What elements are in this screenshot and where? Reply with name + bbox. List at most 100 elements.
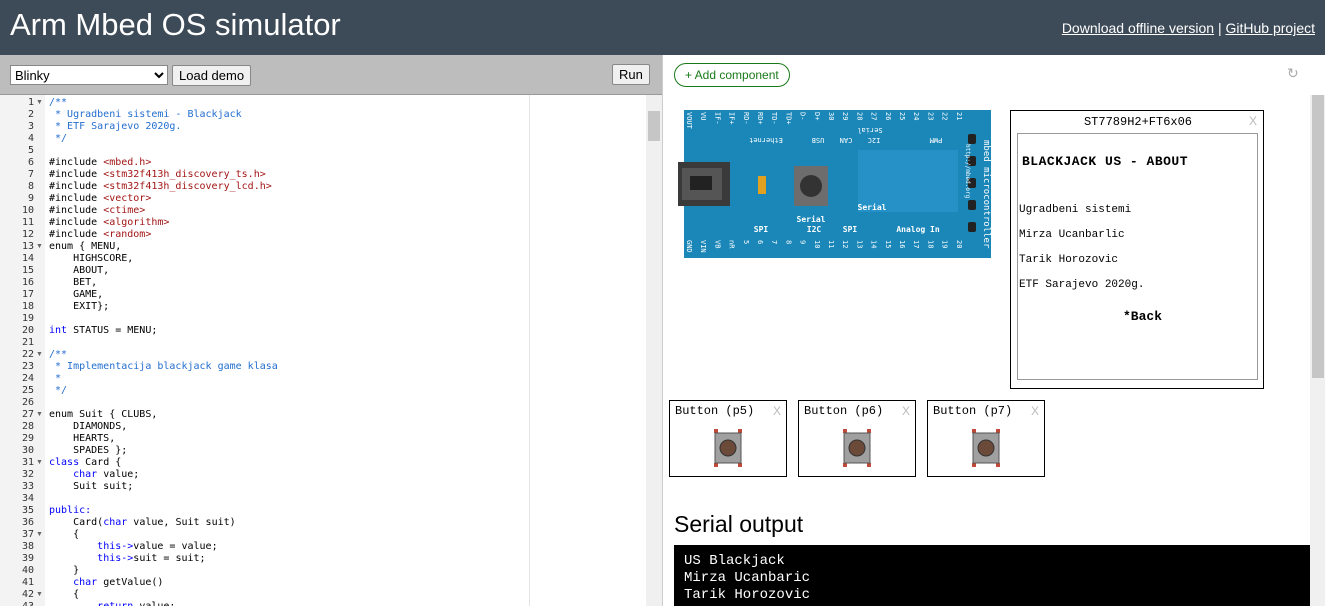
lcd-line-4: ETF Sarajevo 2020g. — [1019, 279, 1145, 291]
code-line[interactable]: #include <vector> — [49, 193, 151, 205]
code-line[interactable]: #include <stm32f413h_discovery_lcd.h> — [49, 181, 272, 193]
code-line[interactable]: /** — [49, 349, 67, 361]
line-number: 11 — [21, 217, 34, 228]
fold-arrow-icon[interactable]: ▼ — [36, 529, 43, 541]
button-close-icon[interactable]: X — [1031, 404, 1039, 418]
fold-arrow-icon[interactable]: ▼ — [36, 241, 43, 253]
top-pin-label: 23 — [926, 112, 934, 120]
line-number: 8 — [27, 181, 34, 192]
code-line[interactable]: EXIT}; — [49, 301, 109, 313]
code-line[interactable]: char getValue() — [49, 577, 163, 589]
code-line[interactable]: #include <stm32f413h_discovery_ts.h> — [49, 169, 266, 181]
button-label: Button (p5) — [675, 404, 755, 418]
top-pin-label: TD+ — [784, 112, 792, 125]
code-line[interactable]: * Implementacija blackjack game klasa — [49, 361, 278, 373]
fold-arrow-icon[interactable]: ▼ — [36, 349, 43, 361]
code-line[interactable]: * — [49, 373, 61, 385]
button-component-p6[interactable]: Button (p6) X — [798, 400, 916, 477]
fold-arrow-icon[interactable]: ▼ — [36, 409, 43, 421]
simulator-scrollbar[interactable] — [1310, 95, 1325, 606]
code-line[interactable]: * ETF Sarajevo 2020g. — [49, 121, 181, 133]
top-pin-label: TD- — [770, 112, 778, 125]
fold-arrow-icon[interactable]: ▼ — [36, 589, 43, 601]
pushbutton-icon[interactable] — [842, 429, 872, 467]
code-line[interactable]: public: — [49, 505, 91, 517]
code-line[interactable]: class Card { — [49, 457, 121, 469]
pushbutton-icon[interactable] — [971, 429, 1001, 467]
line-number: 34 — [21, 493, 34, 504]
code-line[interactable]: this->value = value; — [49, 541, 217, 553]
button-close-icon[interactable]: X — [773, 404, 781, 418]
editor-scrollbar-thumb[interactable] — [648, 111, 660, 141]
code-line[interactable]: */ — [49, 133, 67, 145]
line-number: 37 — [21, 529, 34, 540]
code-line[interactable]: Suit suit; — [49, 481, 133, 493]
board-group-label-mid: Serial — [858, 202, 887, 212]
line-number: 38 — [21, 541, 34, 552]
pushbutton-icon[interactable] — [713, 429, 743, 467]
code-line[interactable]: HEARTS, — [49, 433, 115, 445]
simulator-scrollbar-thumb[interactable] — [1312, 95, 1324, 378]
github-project-link[interactable]: GitHub project — [1226, 20, 1315, 36]
board-group-label-bottom: SPI — [754, 225, 769, 234]
line-number: 7 — [27, 169, 34, 180]
bottom-pin-label: 20 — [955, 240, 963, 248]
lcd-line-2: Mirza Ucanbarlic — [1019, 229, 1125, 241]
lcd-component[interactable]: ST7789H2+FT6x06 X BLACKJACK US - ABOUT U… — [1010, 110, 1264, 389]
code-line[interactable]: Card(char value, Suit suit) — [49, 517, 236, 529]
code-line[interactable]: #include <ctime> — [49, 205, 145, 217]
code-line[interactable]: #include <algorithm> — [49, 217, 169, 229]
fold-arrow-icon[interactable]: ▼ — [36, 457, 43, 469]
editor-scrollbar[interactable] — [646, 95, 662, 606]
add-component-button[interactable]: + Add component — [674, 63, 790, 87]
line-number: 39 — [21, 553, 34, 564]
top-pin-label: VOUT — [685, 112, 693, 130]
code-line[interactable]: /** — [49, 97, 67, 109]
code-line[interactable]: ABOUT, — [49, 265, 109, 277]
refresh-icon[interactable]: ↻ — [1287, 65, 1299, 82]
top-pin-label: IF- — [713, 112, 721, 125]
code-line[interactable]: BET, — [49, 277, 97, 289]
code-line[interactable]: char value; — [49, 469, 139, 481]
code-line[interactable]: { — [49, 589, 79, 601]
button-component-p7[interactable]: Button (p7) X — [927, 400, 1045, 477]
board-group-label-mid: Serial — [797, 214, 826, 224]
top-pin-label: 29 — [841, 112, 849, 120]
run-button[interactable]: Run — [612, 64, 650, 85]
header-links: Download offline version | GitHub projec… — [1062, 20, 1315, 36]
load-demo-button[interactable]: Load demo — [172, 65, 252, 86]
code-line[interactable]: { — [49, 529, 79, 541]
code-line[interactable]: SPADES }; — [49, 445, 127, 457]
line-number: 3 — [27, 121, 34, 132]
code-line[interactable]: enum { MENU, — [49, 241, 121, 253]
line-number: 2 — [27, 109, 34, 120]
serial-output-console[interactable]: US Blackjack Mirza Ucanbaric Tarik Horoz… — [674, 545, 1310, 606]
button-component-p5[interactable]: Button (p5) X — [669, 400, 787, 477]
fold-arrow-icon[interactable]: ▼ — [36, 97, 43, 109]
code-line[interactable]: * Ugradbeni sistemi - Blackjack — [49, 109, 242, 121]
lcd-screen[interactable]: BLACKJACK US - ABOUT Ugradbeni sistemi M… — [1017, 133, 1258, 380]
button-close-icon[interactable]: X — [902, 404, 910, 418]
download-offline-link[interactable]: Download offline version — [1062, 20, 1214, 36]
line-number: 6 — [27, 157, 34, 168]
serial-output-title: Serial output — [674, 511, 804, 537]
lcd-close-icon[interactable]: X — [1249, 114, 1257, 128]
code-line[interactable]: this->suit = suit; — [49, 553, 205, 565]
lcd-back-option[interactable]: *Back — [1123, 309, 1162, 324]
code-line[interactable]: #include <random> — [49, 229, 151, 241]
serial-line: US Blackjack — [684, 553, 785, 569]
bottom-pin-label: 12 — [841, 240, 849, 248]
code-line[interactable]: enum Suit { CLUBS, — [49, 409, 157, 421]
code-line[interactable]: return value; — [49, 601, 175, 606]
code-line[interactable]: } — [49, 565, 79, 577]
code-line[interactable]: int STATUS = MENU; — [49, 325, 157, 337]
app-title: Arm Mbed OS simulator — [10, 7, 341, 42]
code-line[interactable]: GAME, — [49, 289, 103, 301]
code-editor[interactable]: 1 ▼ 2 3 4 5 6 7 8 9 10 11 12 13 ▼ 14 15 16 17 18 19 20 21 22 ▼ 23… — [0, 95, 662, 606]
code-line[interactable]: #include <mbed.h> — [49, 157, 151, 169]
code-line[interactable]: DIAMONDS, — [49, 421, 127, 433]
line-number: 28 — [21, 421, 34, 432]
code-line[interactable]: */ — [49, 385, 67, 397]
code-line[interactable]: HIGHSCORE, — [49, 253, 133, 265]
demo-select[interactable]: Blinky — [10, 65, 168, 85]
